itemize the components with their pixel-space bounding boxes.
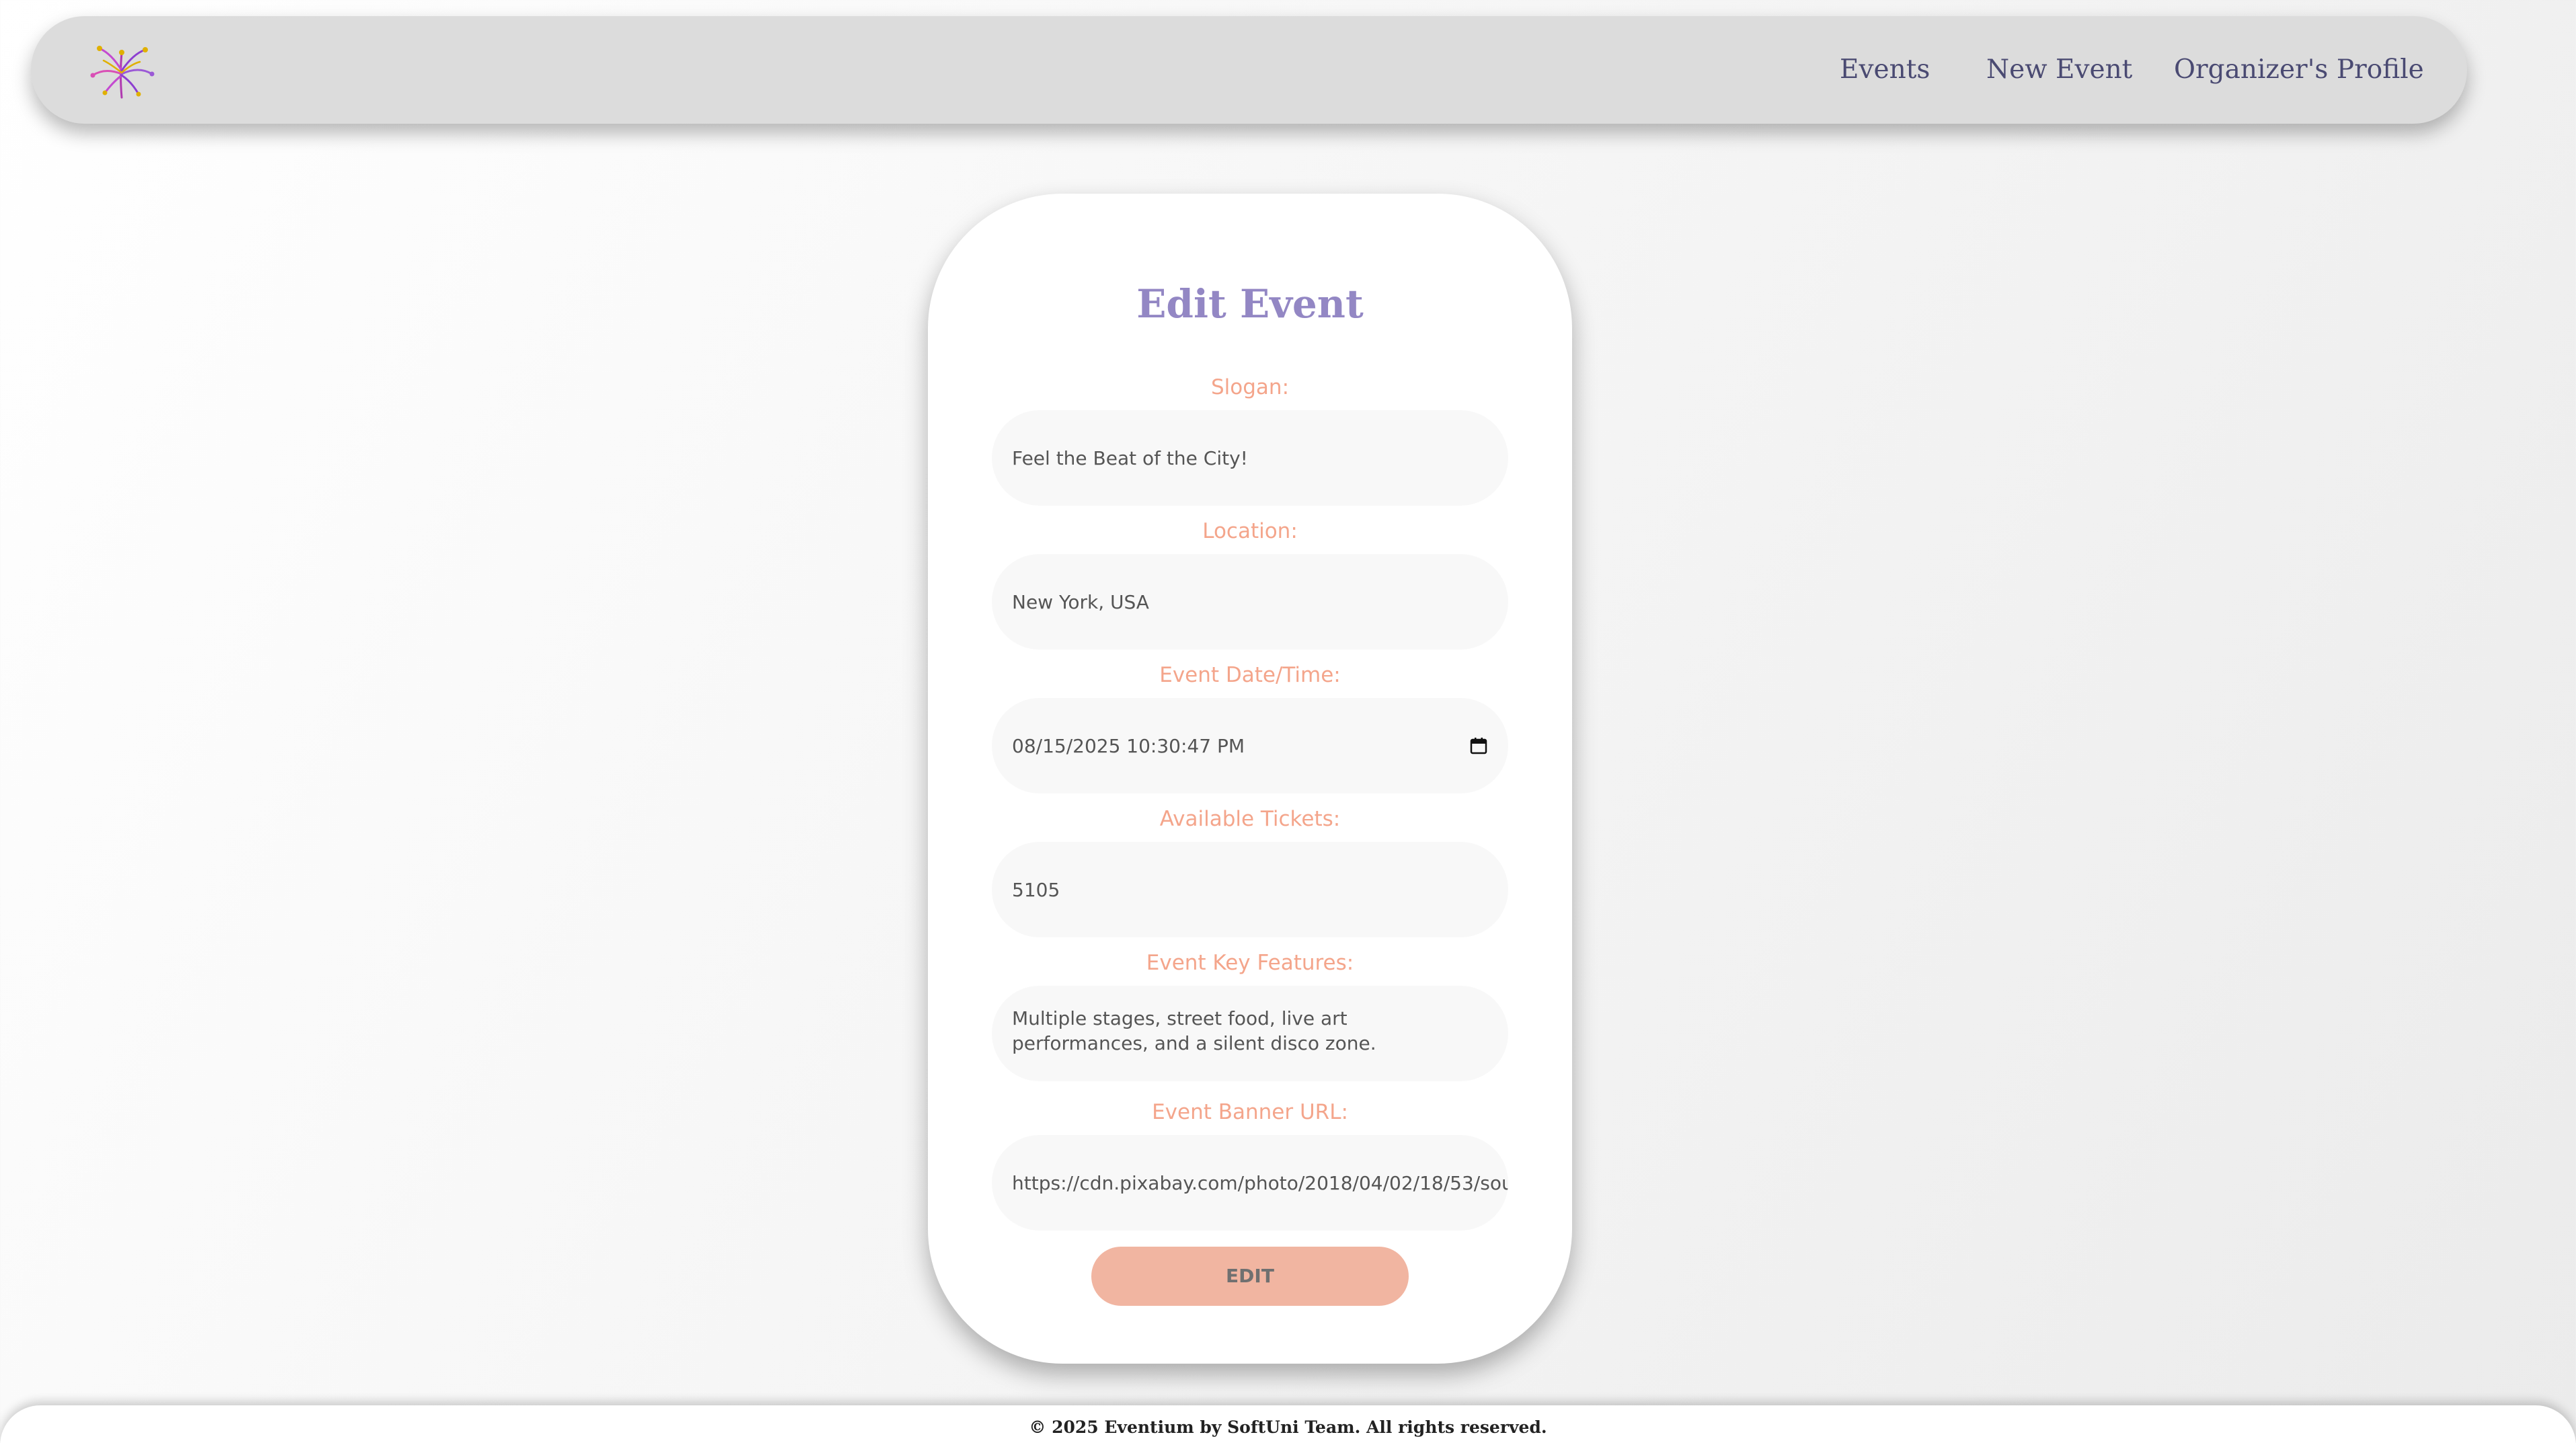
slogan-label: Slogan:: [1210, 375, 1290, 399]
datetime-label: Event Date/Time:: [1159, 663, 1341, 687]
datetime-input[interactable]: 08/15/2025 10:30:47 PM: [992, 698, 1508, 793]
edit-button[interactable]: EDIT: [1091, 1247, 1409, 1306]
footer: © 2025 Eventium by SoftUni Team. All rig…: [0, 1405, 2576, 1443]
banner-url-input[interactable]: https://cdn.pixabay.com/photo/2018/04/02…: [992, 1135, 1508, 1231]
slogan-input[interactable]: Feel the Beat of the City!: [992, 410, 1508, 506]
edit-event-card: Edit Event Slogan: Feel the Beat of the …: [928, 194, 1572, 1364]
banner-url-label: Event Banner URL:: [1152, 1100, 1348, 1124]
tickets-input-value: 5105: [1012, 878, 1060, 901]
features-textarea[interactable]: Multiple stages, street food, live art p…: [992, 986, 1508, 1081]
copyright-text: © 2025 Eventium by SoftUni Team. All rig…: [1029, 1417, 1547, 1437]
fireworks-icon[interactable]: [85, 34, 159, 108]
tickets-label: Available Tickets:: [1159, 807, 1341, 831]
resize-grip-icon[interactable]: [1492, 1065, 1503, 1076]
nav-link-new-event[interactable]: New Event: [1986, 16, 2132, 124]
banner-url-input-value: https://cdn.pixabay.com/photo/2018/04/02…: [1012, 1171, 1508, 1194]
calendar-icon[interactable]: [1469, 736, 1488, 755]
datetime-input-value: 08/15/2025 10:30:47 PM: [1012, 734, 1245, 757]
tickets-input[interactable]: 5105: [992, 842, 1508, 937]
page-title: Edit Event: [1136, 281, 1364, 327]
top-navbar: Events New Event Organizer's Profile: [31, 16, 2467, 124]
nav-link-events[interactable]: Events: [1840, 16, 1930, 124]
features-label: Event Key Features:: [1146, 951, 1354, 975]
location-label: Location:: [1202, 519, 1298, 543]
location-input-value: New York, USA: [1012, 590, 1149, 613]
location-input[interactable]: New York, USA: [992, 554, 1508, 650]
features-textarea-value: Multiple stages, street food, live art p…: [1012, 1007, 1376, 1054]
slogan-input-value: Feel the Beat of the City!: [1012, 446, 1248, 469]
nav-link-organizer-profile[interactable]: Organizer's Profile: [2174, 16, 2424, 124]
